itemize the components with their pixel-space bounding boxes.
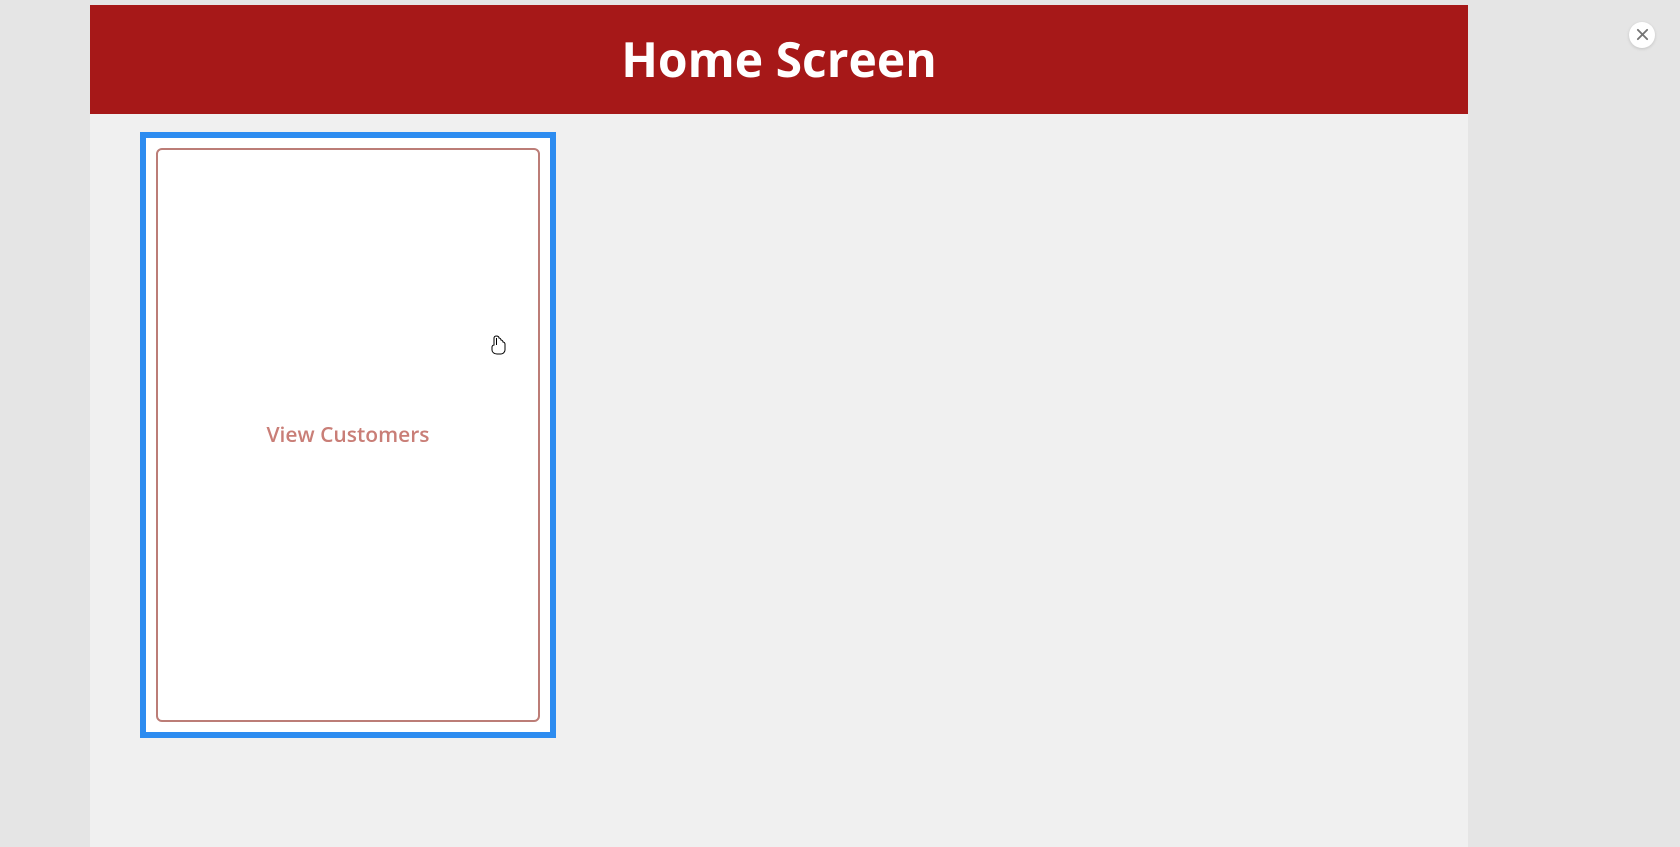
- close-icon: [1636, 24, 1649, 46]
- page-title: Home Screen: [621, 27, 937, 92]
- card-label: View Customers: [266, 421, 429, 449]
- content-area: View Customers: [90, 114, 1468, 756]
- card-inner: View Customers: [156, 148, 540, 722]
- header-bar: Home Screen: [90, 5, 1468, 114]
- close-button[interactable]: [1629, 22, 1655, 48]
- main-container: Home Screen View Customers: [90, 5, 1468, 847]
- view-customers-card[interactable]: View Customers: [140, 132, 556, 738]
